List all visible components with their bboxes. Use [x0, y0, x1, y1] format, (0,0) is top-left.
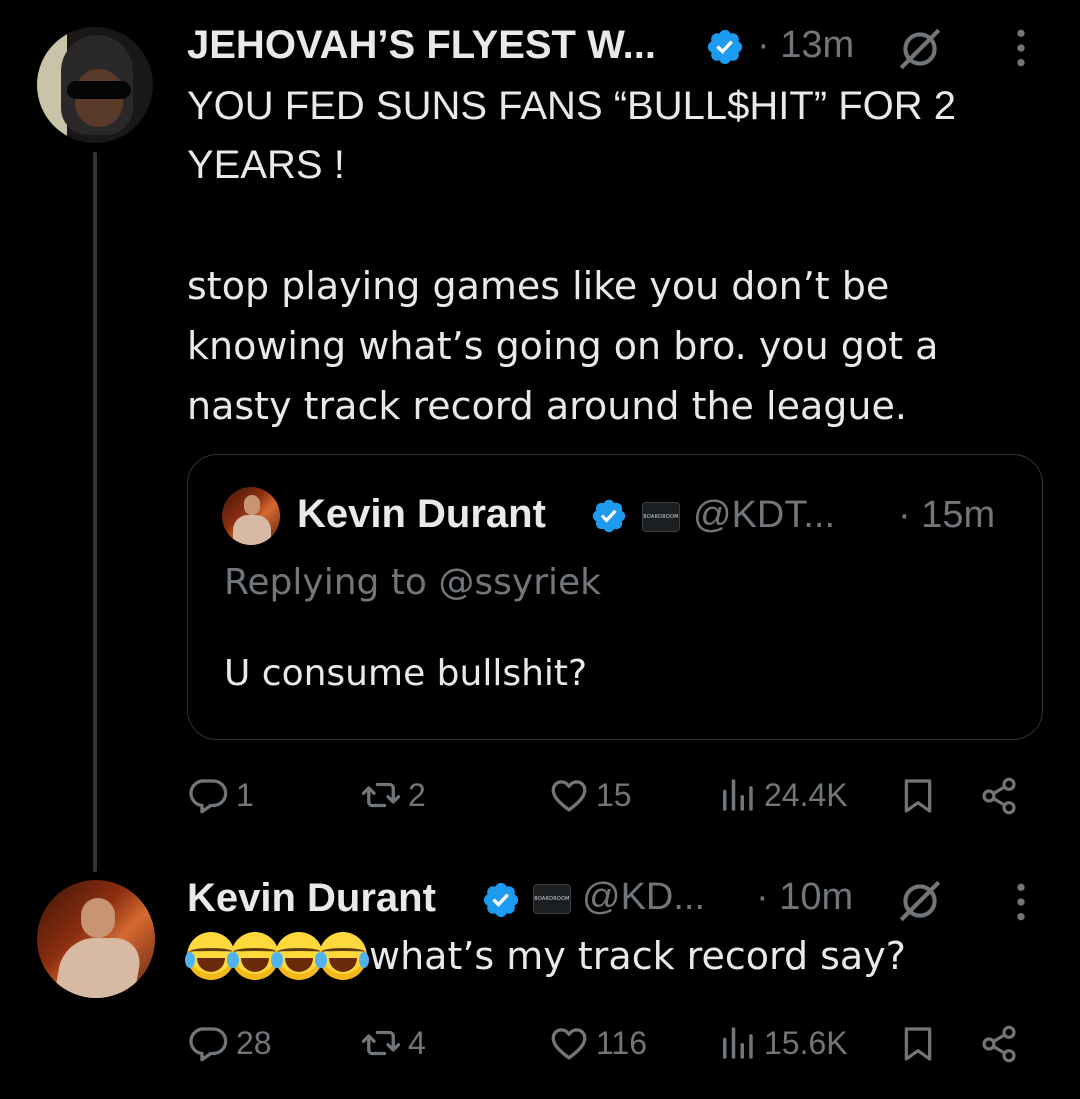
retweet-button[interactable]: 4	[360, 1022, 426, 1064]
bookmark-icon	[904, 779, 932, 813]
quoted-avatar	[222, 487, 280, 545]
laughing-emoji-icon	[273, 932, 325, 980]
author-name[interactable]: Kevin Durant	[187, 876, 436, 921]
org-affiliation-badge: BOARDROOM	[642, 502, 680, 532]
laughing-emoji-icon	[185, 932, 237, 980]
grok-slash-icon[interactable]	[895, 876, 945, 926]
tweet-text-line: stop playing games like you don’t be	[187, 264, 890, 308]
laughing-emoji-icon	[317, 932, 369, 980]
verified-badge-icon	[707, 29, 743, 65]
reply-button[interactable]: 1	[188, 774, 254, 816]
handle[interactable]: @KD...	[582, 876, 705, 919]
reply-icon	[189, 1027, 228, 1062]
like-icon	[551, 780, 587, 812]
tweet-text: what’s my track record say?	[185, 932, 1047, 980]
org-badge-text: BOARDROOM	[534, 896, 570, 902]
retweet-count: 4	[408, 1024, 426, 1061]
views-count: 24.4K	[764, 776, 848, 813]
quoted-author-name: Kevin Durant	[297, 492, 546, 536]
retweet-icon	[361, 782, 401, 808]
share-button[interactable]	[979, 1024, 1019, 1068]
org-affiliation-badge: BOARDROOM	[533, 884, 571, 914]
verified-badge-icon	[483, 882, 519, 918]
verified-badge-icon	[592, 499, 626, 533]
bookmark-button[interactable]	[898, 776, 938, 820]
bookmark-button[interactable]	[898, 1024, 938, 1068]
more-icon[interactable]	[1003, 880, 1039, 924]
retweet-button[interactable]: 2	[360, 774, 426, 816]
like-count: 15	[596, 776, 632, 813]
quoted-timestamp: · 15m	[898, 494, 996, 536]
more-icon[interactable]	[1003, 26, 1039, 70]
share-icon	[982, 777, 1016, 815]
laughing-emoji-icon	[229, 932, 281, 980]
views-icon	[723, 779, 753, 811]
avatar[interactable]	[37, 27, 153, 143]
retweet-icon	[361, 1030, 401, 1056]
tweet-text-paragraph: stop playing games like you don’t be kno…	[187, 256, 1047, 436]
timestamp[interactable]: · 13m	[757, 24, 854, 67]
share-button[interactable]	[979, 776, 1019, 820]
views-count: 15.6K	[764, 1024, 848, 1061]
tweet-text-line: YOU FED SUNS FANS “BULL$HIT” FOR 2	[187, 84, 957, 128]
reply-button[interactable]: 28	[188, 1022, 272, 1064]
reply-icon	[189, 779, 228, 814]
avatar[interactable]	[37, 880, 155, 998]
retweet-count: 2	[408, 776, 426, 813]
views-button[interactable]: 24.4K	[716, 774, 848, 816]
quoted-tweet-text: U consume bullshit?	[224, 653, 588, 694]
like-button[interactable]: 15	[548, 774, 632, 816]
reply-count: 1	[236, 776, 254, 813]
tweet-text-line: nasty track record around the league.	[187, 384, 907, 428]
tweet-text-line: knowing what’s going on bro. you got a	[187, 324, 939, 368]
quoted-handle: @KDT...	[693, 494, 836, 536]
thread-connector-line	[93, 152, 97, 872]
reply-count: 28	[236, 1024, 272, 1061]
grok-slash-icon[interactable]	[895, 24, 945, 74]
tweet-text-line: YEARS !	[187, 143, 345, 187]
author-name[interactable]: JEHOVAH’S FLYEST W...	[187, 23, 656, 68]
views-button[interactable]: 15.6K	[716, 1022, 848, 1064]
org-badge-text: BOARDROOM	[643, 514, 679, 520]
views-icon	[723, 1027, 753, 1059]
like-icon	[551, 1028, 587, 1060]
tweet-text-content: what’s my track record say?	[369, 934, 906, 978]
bookmark-icon	[904, 1027, 932, 1061]
replying-to-label: Replying to @ssyriek	[224, 562, 602, 603]
like-count: 116	[596, 1024, 648, 1061]
tweet-text: YOU FED SUNS FANS “BULL$HIT” FOR 2 YEARS…	[187, 77, 1047, 195]
like-button[interactable]: 116	[548, 1022, 647, 1064]
timestamp[interactable]: · 10m	[756, 876, 853, 919]
share-icon	[982, 1025, 1016, 1063]
